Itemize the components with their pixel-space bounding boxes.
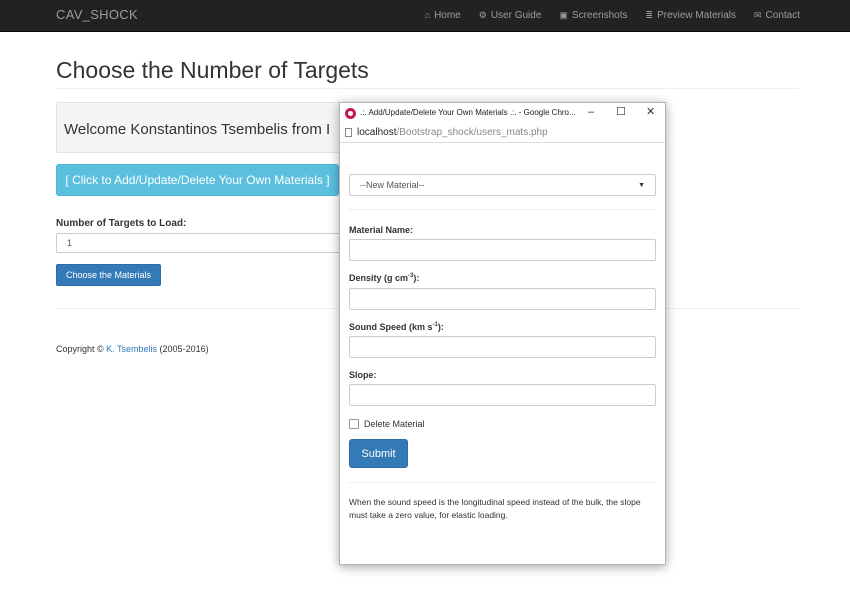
welcome-panel: Welcome Konstantinos Tsembelis from I — [56, 102, 358, 153]
address-bar[interactable]: localhost/Bootstrap_shock/users_mats.php — [340, 124, 665, 143]
targets-label: Number of Targets to Load: — [56, 218, 187, 229]
nav-preview-materials[interactable]: ≣ Preview Materials — [646, 10, 736, 21]
density-label: Density (g cm-3): — [349, 273, 419, 283]
material-select[interactable]: --New Material-- ▼ — [349, 174, 656, 196]
sound-speed-label: Sound Speed (km s-1): — [349, 322, 444, 332]
nav-home[interactable]: ⌂ Home — [425, 10, 461, 21]
sound-speed-note: When the sound speed is the longitudinal… — [349, 497, 641, 520]
slope-input[interactable] — [349, 384, 656, 406]
navbar: CAV_SHOCK ⌂ Home ⚙ User Guide ▣ Screensh… — [0, 0, 850, 32]
caret-down-icon: ▼ — [638, 181, 645, 189]
sound-speed-label-text: Sound Speed (km s — [349, 322, 433, 332]
manage-materials-button[interactable]: [ Click to Add/Update/Delete Your Own Ma… — [56, 164, 339, 196]
nav-contact-label: Contact — [765, 10, 800, 21]
popup-divider-bottom — [349, 482, 656, 483]
delete-material-checkbox[interactable] — [349, 419, 359, 429]
maximize-icon[interactable]: ☐ — [616, 106, 626, 119]
url: localhost/Bootstrap_shock/users_mats.php — [357, 127, 548, 138]
nav-home-label: Home — [434, 10, 461, 21]
minimize-icon[interactable]: – — [588, 106, 594, 119]
density-input[interactable] — [349, 288, 656, 310]
delete-material-label[interactable]: Delete Material — [364, 419, 425, 429]
density-label-suffix: ): — [413, 273, 420, 283]
home-icon: ⌂ — [424, 10, 431, 20]
envelope-icon: ✉ — [753, 10, 762, 20]
nav-user-guide[interactable]: ⚙ User Guide — [479, 10, 542, 21]
sound-speed-label-suffix: ): — [437, 322, 444, 332]
copyright-years: (2005-2016) — [159, 344, 209, 354]
submit-button[interactable]: Submit — [349, 439, 408, 468]
nav-preview-materials-label: Preview Materials — [657, 10, 736, 21]
page-icon — [345, 128, 352, 137]
copyright: Copyright © K. Tsembelis (2005-2016) — [56, 344, 209, 354]
nav-screenshots-label: Screenshots — [571, 10, 628, 21]
divider — [56, 88, 799, 89]
nav-user-guide-label: User Guide — [490, 10, 542, 21]
url-path: /Bootstrap_shock/users_mats.php — [396, 127, 548, 138]
nav-screenshots[interactable]: ▣ Screenshots — [559, 10, 627, 21]
database-icon: ≣ — [645, 10, 654, 20]
welcome-text: Welcome Konstantinos Tsembelis from I — [64, 121, 331, 138]
popup-window-title: .:. Add/Update/Delete Your Own Materials… — [360, 108, 576, 117]
brand[interactable]: CAV_SHOCK — [56, 7, 138, 22]
nav-contact[interactable]: ✉ Contact — [754, 10, 800, 21]
url-host: localhost — [357, 127, 397, 138]
popup-titlebar[interactable]: .:. Add/Update/Delete Your Own Materials… — [340, 103, 665, 124]
materials-popup-window: .:. Add/Update/Delete Your Own Materials… — [339, 102, 666, 565]
popup-divider — [349, 209, 656, 210]
sound-speed-input[interactable] — [349, 336, 656, 358]
material-select-value: --New Material-- — [360, 180, 425, 190]
close-icon[interactable]: ✕ — [646, 106, 655, 119]
picture-icon: ▣ — [559, 10, 568, 20]
chrome-icon — [345, 108, 356, 119]
choose-materials-button[interactable]: Choose the Materials — [56, 264, 161, 286]
gears-icon: ⚙ — [478, 10, 487, 20]
material-name-input[interactable] — [349, 239, 656, 261]
author-link[interactable]: K. Tsembelis — [106, 344, 157, 354]
copyright-prefix: Copyright © — [56, 344, 104, 354]
material-name-label: Material Name: — [349, 225, 414, 235]
page-title: Choose the Number of Targets — [56, 57, 369, 83]
targets-input[interactable] — [56, 233, 346, 253]
nav-menu: ⌂ Home ⚙ User Guide ▣ Screenshots ≣ Prev… — [425, 0, 800, 31]
density-label-text: Density (g cm — [349, 273, 409, 283]
slope-label: Slope: — [349, 370, 377, 380]
delete-material-row: Delete Material — [349, 419, 425, 429]
